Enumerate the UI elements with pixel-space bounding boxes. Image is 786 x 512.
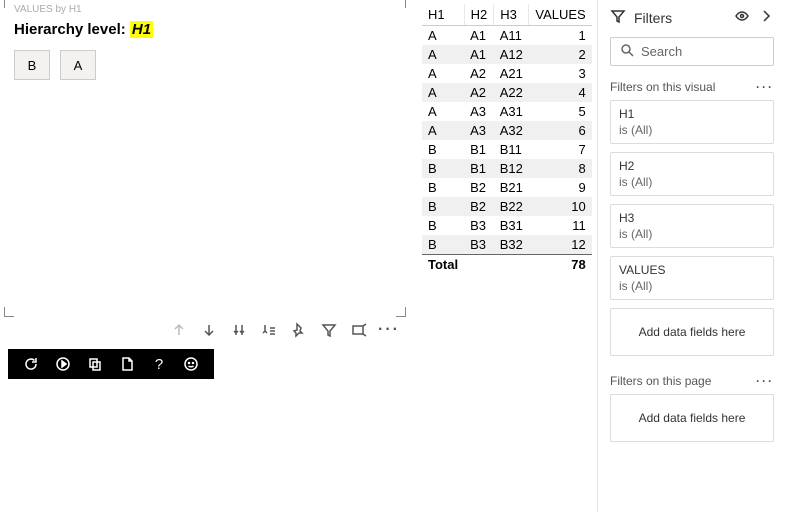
more-options-icon[interactable]: ··· [380,321,398,339]
action-bar: ? [8,349,214,379]
table-row[interactable]: BB2B219 [422,178,592,197]
table-row[interactable]: AA2A224 [422,83,592,102]
add-fields-visual[interactable]: Add data fields here [610,308,774,356]
button-a[interactable]: A [60,50,96,80]
add-fields-page[interactable]: Add data fields here [610,394,774,442]
table-row[interactable]: BB1B117 [422,140,592,159]
hierarchy-label: Hierarchy level: H1 [6,17,404,50]
col-h1[interactable]: H1 [422,4,464,26]
filters-title: Filters [634,10,672,26]
filters-icon [610,8,626,27]
feedback-icon[interactable] [182,355,200,373]
expand-all-icon[interactable] [260,321,278,339]
filters-pane: Filters Search Filters on this visual ··… [597,0,786,512]
col-h2[interactable]: H2 [464,4,494,26]
filter-card[interactable]: H3is (All) [610,204,774,248]
visual-frame[interactable]: VALUES by H1 Hierarchy level: H1 B A [6,0,404,315]
table-total-row: Total78 [422,255,592,275]
table-header-row: H1 H2 H3 VALUES [422,4,592,26]
hierarchy-value: H1 [130,21,153,38]
table-row[interactable]: AA1A111 [422,26,592,46]
section-more-icon[interactable]: ··· [756,80,774,94]
visual-title: VALUES by H1 [6,0,404,17]
col-values[interactable]: VALUES [529,4,592,26]
filter-card[interactable]: H2is (All) [610,152,774,196]
table-row[interactable]: AA3A315 [422,102,592,121]
table-row[interactable]: BB3B3111 [422,216,592,235]
eye-icon[interactable] [734,8,750,27]
filter-card[interactable]: H1is (All) [610,100,774,144]
pin-icon[interactable] [290,321,308,339]
data-table[interactable]: H1 H2 H3 VALUES AA1A111AA1A122AA2A213AA2… [422,4,592,274]
section-page-title: Filters on this page [610,374,711,388]
help-icon[interactable]: ? [150,355,168,373]
collapse-icon[interactable] [758,8,774,27]
play-icon[interactable] [54,355,72,373]
filter-icon[interactable] [320,321,338,339]
refresh-icon[interactable] [22,355,40,373]
table-row[interactable]: BB3B3212 [422,235,592,255]
new-doc-icon[interactable] [118,355,136,373]
section-visual-title: Filters on this visual [610,80,715,94]
focus-mode-icon[interactable] [350,321,368,339]
search-icon [619,42,635,61]
copy-icon[interactable] [86,355,104,373]
visual-toolbar: ··· [0,315,414,345]
col-h3[interactable]: H3 [494,4,529,26]
table-row[interactable]: AA1A122 [422,45,592,64]
filter-card[interactable]: VALUESis (All) [610,256,774,300]
filters-search[interactable]: Search [610,37,774,66]
button-b[interactable]: B [14,50,50,80]
drill-down-icon[interactable] [200,321,218,339]
table-row[interactable]: BB1B128 [422,159,592,178]
table-row[interactable]: AA2A213 [422,64,592,83]
expand-down-icon[interactable] [230,321,248,339]
drill-up-icon[interactable] [170,321,188,339]
section-page-more-icon[interactable]: ··· [756,374,774,388]
table-row[interactable]: AA3A326 [422,121,592,140]
table-row[interactable]: BB2B2210 [422,197,592,216]
